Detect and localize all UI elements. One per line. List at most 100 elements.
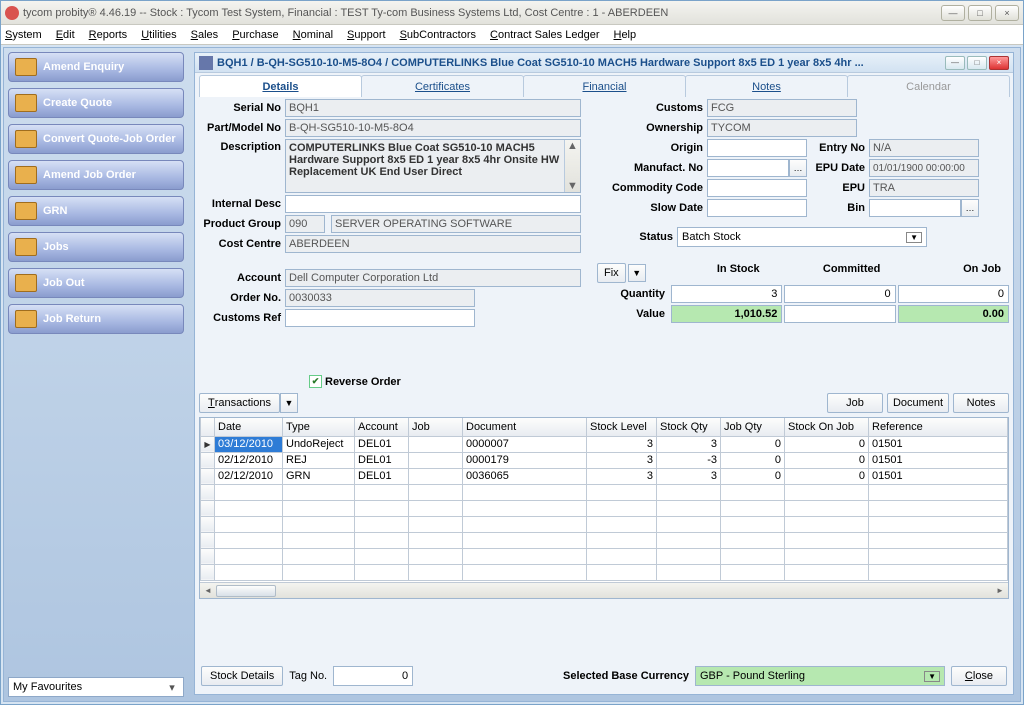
maximize-button[interactable]: □: [968, 5, 992, 21]
shortcut-grn[interactable]: GRN: [8, 196, 184, 226]
internal-desc-field[interactable]: [285, 195, 581, 213]
shortcut-job-return[interactable]: Job Return: [8, 304, 184, 334]
lbl-commodity: Commodity Code: [597, 182, 707, 194]
menu-csl[interactable]: Contract Sales Ledger: [490, 29, 599, 41]
account-field[interactable]: Dell Computer Corporation Ltd: [285, 269, 581, 287]
origin-field[interactable]: [707, 139, 807, 157]
job-button[interactable]: Job: [827, 393, 883, 413]
customs-field[interactable]: FCG: [707, 99, 857, 117]
col-date[interactable]: Date: [215, 418, 283, 436]
epu-field[interactable]: TRA: [869, 179, 979, 197]
shortcut-create-quote[interactable]: Create Quote: [8, 88, 184, 118]
stock-details-button[interactable]: Stock Details: [201, 666, 283, 686]
tag-no-field[interactable]: 0: [333, 666, 413, 686]
table-row[interactable]: [201, 484, 1008, 500]
epu-date-field[interactable]: 01/01/1900 00:00:00: [869, 159, 979, 177]
document-button[interactable]: Document: [887, 393, 949, 413]
reverse-order-checkbox[interactable]: ✔Reverse Order: [309, 375, 401, 388]
customs-ref-field[interactable]: [285, 309, 475, 327]
table-row[interactable]: [201, 532, 1008, 548]
tab-certificates[interactable]: Certificates: [361, 75, 524, 97]
val-committed: [784, 305, 895, 323]
table-row[interactable]: ▶03/12/2010UndoRejectDEL0100000073300015…: [201, 436, 1008, 452]
lbl-status: Status: [597, 231, 677, 243]
app-title: tycom probity® 4.46.19 -- Stock : Tycom …: [23, 7, 941, 19]
fix-dropdown-button[interactable]: ▼: [628, 264, 646, 282]
close-button[interactable]: ×: [995, 5, 1019, 21]
lbl-epu: EPU: [807, 182, 869, 194]
col-reference[interactable]: Reference: [869, 418, 1008, 436]
shortcut-jobs[interactable]: Jobs: [8, 232, 184, 262]
slow-date-field[interactable]: [707, 199, 807, 217]
status-dropdown[interactable]: Batch Stock▼: [677, 227, 927, 247]
menu-system[interactable]: System: [5, 29, 42, 41]
manufact-no-field[interactable]: [707, 159, 789, 177]
table-row[interactable]: [201, 548, 1008, 564]
pgroup-code-field[interactable]: 090: [285, 215, 325, 233]
cost-centre-field[interactable]: ABERDEEN: [285, 235, 581, 253]
qty-instock: 3: [671, 285, 782, 303]
col-type[interactable]: Type: [283, 418, 355, 436]
commodity-field[interactable]: [707, 179, 807, 197]
lbl-serial: Serial No: [199, 102, 285, 114]
col-stock-level[interactable]: Stock Level: [587, 418, 657, 436]
col-document[interactable]: Document: [463, 418, 587, 436]
inner-close-button[interactable]: ×: [989, 56, 1009, 70]
serial-field[interactable]: BQH1: [285, 99, 581, 117]
inner-maximize-button[interactable]: □: [967, 56, 987, 70]
menu-utilities[interactable]: Utilities: [141, 29, 176, 41]
fix-button[interactable]: Fix: [597, 263, 626, 283]
table-row[interactable]: 02/12/2010GRNDEL010036065330001501: [201, 468, 1008, 484]
inner-minimize-button[interactable]: —: [945, 56, 965, 70]
pgroup-name-field: SERVER OPERATING SOFTWARE: [331, 215, 581, 233]
truck-icon: [15, 202, 37, 220]
col-account[interactable]: Account: [355, 418, 409, 436]
shortcut-amend-enquiry[interactable]: Amend Enquiry: [8, 52, 184, 82]
ownership-field[interactable]: TYCOM: [707, 119, 857, 137]
menu-subcontractors[interactable]: SubContractors: [400, 29, 476, 41]
order-no-field[interactable]: 0030033: [285, 289, 475, 307]
part-field[interactable]: B-QH-SG510-10-M5-8O4: [285, 119, 581, 137]
col-job[interactable]: Job: [409, 418, 463, 436]
transactions-button[interactable]: Transactions: [199, 393, 280, 413]
table-row[interactable]: [201, 564, 1008, 580]
desc-scrollbar[interactable]: ▲▼: [564, 140, 580, 192]
detail-window: BQH1 / B-QH-SG510-10-M5-8O4 / COMPUTERLI…: [194, 52, 1014, 695]
transactions-dropdown-button[interactable]: ▼: [280, 393, 298, 413]
menu-help[interactable]: Help: [613, 29, 636, 41]
app-icon: [5, 6, 19, 20]
bin-lookup-button[interactable]: …: [961, 199, 979, 217]
bin-field[interactable]: [869, 199, 961, 217]
notes-button[interactable]: Notes: [953, 393, 1009, 413]
close-panel-button[interactable]: Close: [951, 666, 1007, 686]
shortcut-convert-quote-job-order[interactable]: Convert Quote-Job Order: [8, 124, 184, 154]
favourites-label: My Favourites: [13, 681, 82, 693]
description-field[interactable]: COMPUTERLINKS Blue Coat SG510-10 MACH5 H…: [285, 139, 581, 193]
table-row[interactable]: 02/12/2010REJDEL0100001793-30001501: [201, 452, 1008, 468]
manuf-lookup-button[interactable]: …: [789, 159, 807, 177]
transactions-grid[interactable]: Date Type Account Job Document Stock Lev…: [199, 417, 1009, 599]
app-title-bar: tycom probity® 4.46.19 -- Stock : Tycom …: [1, 1, 1023, 25]
book-icon: [199, 56, 213, 70]
shortcut-amend-job-order[interactable]: Amend Job Order: [8, 160, 184, 190]
menu-nominal[interactable]: Nominal: [293, 29, 333, 41]
col-job-qty[interactable]: Job Qty: [721, 418, 785, 436]
tab-details[interactable]: Details: [199, 75, 362, 97]
favourites-dropdown[interactable]: My Favourites ▾: [8, 677, 184, 697]
table-row[interactable]: [201, 500, 1008, 516]
col-stock-qty[interactable]: Stock Qty: [657, 418, 721, 436]
menu-edit[interactable]: Edit: [56, 29, 75, 41]
tab-notes[interactable]: Notes: [685, 75, 848, 97]
menu-sales[interactable]: Sales: [191, 29, 219, 41]
tab-financial[interactable]: Financial: [523, 75, 686, 97]
currency-dropdown[interactable]: GBP - Pound Sterling▼: [695, 666, 945, 686]
truck-icon: [15, 238, 37, 256]
shortcut-job-out[interactable]: Job Out: [8, 268, 184, 298]
menu-support[interactable]: Support: [347, 29, 386, 41]
minimize-button[interactable]: —: [941, 5, 965, 21]
table-row[interactable]: [201, 516, 1008, 532]
col-stock-on-job[interactable]: Stock On Job: [785, 418, 869, 436]
grid-horizontal-scrollbar[interactable]: ◄►: [200, 582, 1008, 598]
menu-purchase[interactable]: Purchase: [232, 29, 278, 41]
menu-reports[interactable]: Reports: [89, 29, 128, 41]
